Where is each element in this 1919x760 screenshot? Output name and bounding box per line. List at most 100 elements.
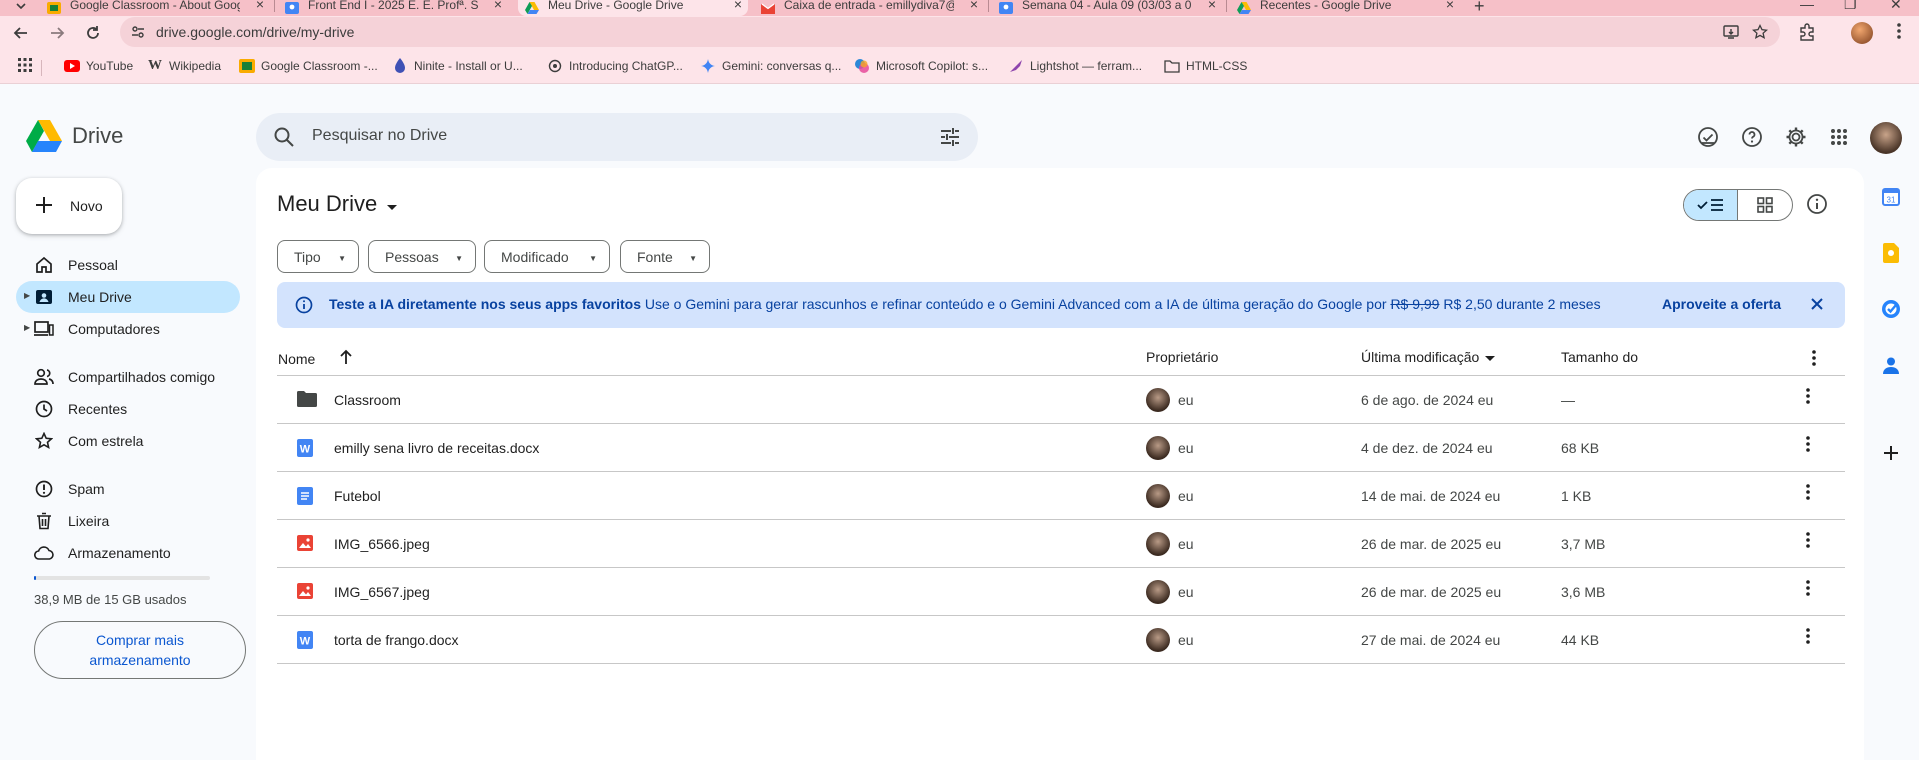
more-actions-icon[interactable] — [1806, 628, 1810, 647]
expand-caret-icon[interactable]: ▶ — [24, 323, 30, 332]
account-avatar[interactable] — [1870, 122, 1902, 154]
url-text[interactable]: drive.google.com/drive/my-drive — [156, 24, 354, 40]
offline-ready-icon[interactable] — [1695, 124, 1721, 150]
tab-close-icon[interactable]: × — [1446, 0, 1454, 11]
table-row[interactable]: Classroom eu 6 de ago. de 2024 eu — — [277, 376, 1845, 424]
search-input[interactable]: Pesquisar no Drive — [312, 127, 447, 145]
sidebar-item-meu-drive[interactable]: ▶ Meu Drive — [16, 281, 240, 313]
more-actions-icon[interactable] — [1806, 388, 1810, 407]
bookmark-lightshot[interactable]: Lightshot — ferram... — [1008, 58, 1142, 74]
help-icon[interactable] — [1739, 124, 1765, 150]
browser-tab[interactable]: Caixa de entrada - emillydiva7@ × — [760, 0, 984, 16]
browser-menu-icon[interactable] — [1897, 22, 1901, 43]
table-row[interactable]: IMG_6567.jpeg eu 26 de mar. de 2025 eu 3… — [277, 568, 1845, 616]
browser-tab-active[interactable]: Meu Drive - Google Drive × — [518, 0, 748, 16]
new-button[interactable]: Novo — [16, 178, 122, 234]
tab-close-icon[interactable]: × — [1208, 0, 1216, 11]
sidebar-item-spam[interactable]: Spam — [16, 473, 240, 505]
tab-close-icon[interactable]: × — [970, 0, 978, 11]
file-name[interactable]: Futebol — [334, 488, 381, 504]
bookmark-star-icon[interactable] — [1751, 23, 1769, 43]
file-name[interactable]: IMG_6566.jpeg — [334, 536, 430, 552]
table-row[interactable]: W emilly sena livro de receitas.docx eu … — [277, 424, 1845, 472]
buy-storage-button[interactable]: Comprar mais armazenamento — [34, 621, 246, 679]
bookmark-classroom[interactable]: Google Classroom -... — [239, 58, 378, 74]
browser-tab[interactable]: Google Classroom - About Google × — [46, 0, 270, 16]
browser-tab[interactable]: Semana 04 - Aula 09 (03/03 a 0 × — [998, 0, 1222, 16]
more-actions-icon[interactable] — [1806, 532, 1810, 551]
tab-close-icon[interactable]: × — [256, 0, 264, 11]
browser-profile-avatar[interactable] — [1851, 22, 1873, 44]
apps-grid-icon[interactable] — [18, 58, 32, 75]
bookmark-chatgpt[interactable]: Introducing ChatGP... — [547, 58, 683, 74]
calendar-icon[interactable]: 31 — [1879, 185, 1903, 209]
filter-chip-modificado[interactable]: Modificado ▼ — [484, 240, 610, 273]
restore-icon[interactable]: ❐ — [1844, 0, 1857, 13]
close-icon[interactable] — [1807, 294, 1827, 317]
minimize-icon[interactable]: — — [1800, 0, 1814, 12]
expand-caret-icon[interactable]: ▶ — [24, 291, 30, 300]
file-name[interactable]: emilly sena livro de receitas.docx — [334, 440, 539, 456]
search-icon[interactable] — [272, 125, 296, 152]
column-size-header[interactable]: Tamanho do — [1561, 349, 1638, 365]
sort-arrow-up-icon[interactable] — [339, 349, 353, 368]
close-window-icon[interactable]: ✕ — [1890, 0, 1902, 13]
bookmark-wikipedia[interactable]: W Wikipedia — [147, 58, 221, 74]
more-actions-icon[interactable] — [1806, 436, 1810, 455]
sidebar-item-armazenamento[interactable]: Armazenamento — [16, 537, 240, 569]
filter-chip-pessoas[interactable]: Pessoas ▼ — [368, 240, 476, 273]
contacts-icon[interactable] — [1879, 353, 1903, 377]
google-apps-icon[interactable] — [1826, 124, 1852, 150]
new-tab-icon[interactable]: + — [1474, 0, 1485, 16]
site-info-icon[interactable] — [130, 24, 146, 43]
more-options-icon[interactable] — [1812, 350, 1816, 366]
install-app-icon[interactable] — [1723, 24, 1739, 43]
table-row[interactable]: W torta de frango.docx eu 27 de mai. de … — [277, 616, 1845, 664]
banner-offer-link[interactable]: Aproveite a oferta — [1662, 296, 1781, 312]
address-bar[interactable]: drive.google.com/drive/my-drive — [120, 17, 1780, 47]
filter-chip-tipo[interactable]: Tipo ▼ — [277, 240, 359, 273]
sidebar-item-com-estrela[interactable]: Com estrela — [16, 425, 240, 457]
drive-logo[interactable]: Drive — [26, 120, 123, 152]
filter-chip-fonte[interactable]: Fonte ▼ — [620, 240, 710, 273]
browser-tab[interactable]: Front End I - 2025 E. E. Profª. Se × — [284, 0, 508, 16]
back-icon[interactable] — [10, 22, 32, 44]
file-name[interactable]: Classroom — [334, 392, 401, 408]
bookmark-ninite[interactable]: Ninite - Install or U... — [392, 58, 523, 74]
extensions-icon[interactable] — [1798, 23, 1816, 44]
tab-search-chevron-icon[interactable] — [8, 0, 34, 14]
sidebar-item-computadores[interactable]: ▶ Computadores — [16, 313, 240, 345]
sidebar-item-recentes[interactable]: Recentes — [16, 393, 240, 425]
get-addons-plus-icon[interactable] — [1879, 441, 1903, 465]
browser-tab[interactable]: Recentes - Google Drive × — [1236, 0, 1460, 16]
bookmark-youtube[interactable]: YouTube — [64, 58, 133, 74]
settings-gear-icon[interactable] — [1783, 124, 1809, 150]
file-name[interactable]: torta de frango.docx — [334, 632, 459, 648]
list-view-button[interactable] — [1684, 190, 1739, 220]
search-bar[interactable]: Pesquisar no Drive — [256, 113, 978, 161]
column-owner-header[interactable]: Proprietário — [1146, 349, 1218, 365]
column-modified-header[interactable]: Última modificação — [1361, 349, 1496, 365]
tab-close-icon[interactable]: × — [494, 0, 502, 11]
bookmark-copilot[interactable]: Microsoft Copilot: s... — [854, 58, 988, 74]
more-actions-icon[interactable] — [1806, 484, 1810, 503]
more-actions-icon[interactable] — [1806, 580, 1810, 599]
page-title[interactable]: Meu Drive — [277, 191, 398, 217]
reload-icon[interactable] — [82, 22, 104, 44]
column-name-header[interactable]: Nome — [278, 349, 353, 368]
forward-icon[interactable] — [46, 22, 68, 44]
search-options-icon[interactable] — [938, 125, 962, 152]
grid-view-button[interactable] — [1738, 190, 1792, 220]
bookmark-gemini[interactable]: Gemini: conversas q... — [700, 58, 841, 74]
table-row[interactable]: IMG_6566.jpeg eu 26 de mar. de 2025 eu 3… — [277, 520, 1845, 568]
keep-icon[interactable] — [1879, 241, 1903, 265]
file-name[interactable]: IMG_6567.jpeg — [334, 584, 430, 600]
sidebar-item-compartilhados[interactable]: Compartilhados comigo — [16, 361, 240, 393]
table-row[interactable]: Futebol eu 14 de mai. de 2024 eu 1 KB — [277, 472, 1845, 520]
sidebar-item-pessoal[interactable]: Pessoal — [16, 249, 240, 281]
tab-close-icon[interactable]: × — [734, 0, 742, 11]
bookmark-html-css[interactable]: HTML-CSS — [1164, 58, 1247, 74]
tasks-icon[interactable] — [1879, 297, 1903, 321]
details-info-icon[interactable] — [1806, 193, 1828, 218]
sidebar-item-lixeira[interactable]: Lixeira — [16, 505, 240, 537]
